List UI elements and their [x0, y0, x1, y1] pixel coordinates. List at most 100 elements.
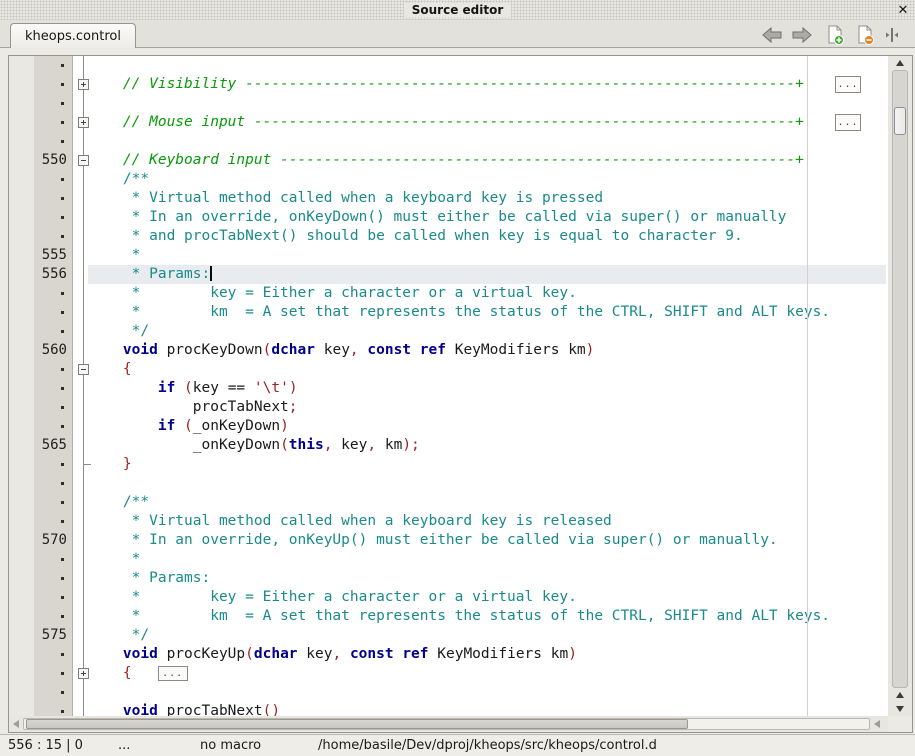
scroll-up-button-bottom[interactable]	[888, 688, 912, 702]
horizontal-scrollbar-thumb[interactable]	[26, 719, 688, 729]
gutter-cell[interactable]	[34, 360, 72, 379]
gutter-cell[interactable]	[34, 132, 72, 151]
vertical-scrollbar-thumb[interactable]	[894, 107, 906, 135]
code-line[interactable]: }	[88, 455, 888, 474]
gutter-cell[interactable]	[34, 398, 72, 417]
code-line[interactable]: if (_onKeyDown)	[88, 417, 888, 436]
gutter-cell[interactable]	[34, 94, 72, 113]
gutter-cell[interactable]	[34, 569, 72, 588]
code-line[interactable]: // Keyboard input ----------------------…	[88, 151, 888, 170]
code-token: ,	[367, 437, 376, 453]
code-line[interactable]: if (key == '\t')	[88, 379, 888, 398]
splitter-icon	[885, 26, 899, 44]
gutter-cell[interactable]	[34, 208, 72, 227]
gutter-cell[interactable]: 555	[34, 246, 72, 265]
back-button[interactable]	[761, 25, 783, 45]
code-line[interactable]: /**	[88, 493, 888, 512]
gutter-cell[interactable]	[34, 683, 72, 702]
gutter-cell[interactable]	[34, 322, 72, 341]
code-line[interactable]: void procKeyDown(dchar key, const ref Ke…	[88, 341, 888, 360]
code-line[interactable]: */	[88, 626, 888, 645]
gutter-cell[interactable]	[34, 417, 72, 436]
scroll-up-button[interactable]	[888, 56, 912, 70]
code-line[interactable]	[88, 94, 888, 113]
gutter-cell[interactable]	[34, 189, 72, 208]
close-button[interactable]: ✕	[895, 2, 911, 18]
code-line[interactable]: * In an override, onKeyUp() must either …	[88, 531, 888, 550]
gutter-cell[interactable]: 570	[34, 531, 72, 550]
gutter-cell[interactable]	[34, 75, 72, 94]
line-number-gutter[interactable]: 550 555556 560 565 570 575	[34, 56, 73, 716]
new-document-button[interactable]	[824, 25, 846, 45]
gutter-cell[interactable]	[34, 550, 72, 569]
scroll-left-button-right[interactable]	[870, 716, 884, 732]
gutter-cell[interactable]	[34, 113, 72, 132]
code-area[interactable]: // Visibility --------------------------…	[88, 56, 888, 716]
code-line[interactable]: // Visibility --------------------------…	[88, 75, 888, 94]
code-line[interactable]: void procTabNext()	[88, 702, 888, 716]
gutter-cell[interactable]: 556	[34, 265, 72, 284]
code-line[interactable]: *	[88, 550, 888, 569]
code-line[interactable]: */	[88, 322, 888, 341]
code-line[interactable]: * key = Either a character or a virtual …	[88, 588, 888, 607]
collapsed-fold-box[interactable]: ...	[835, 114, 861, 131]
code-line[interactable]: // Mouse input -------------------------…	[88, 113, 888, 132]
horizontal-scrollbar[interactable]	[9, 716, 898, 732]
code-line[interactable]: * Params:	[88, 569, 888, 588]
collapsed-fold-box[interactable]: ...	[158, 666, 188, 681]
code-line[interactable]: * km = A set that represents the status …	[88, 303, 888, 322]
code-line[interactable]: * key = Either a character or a virtual …	[88, 284, 888, 303]
gutter-cell[interactable]	[34, 664, 72, 683]
gutter-dot	[61, 311, 64, 314]
code-token: '\t'	[254, 380, 289, 396]
code-line[interactable]: {...	[88, 664, 888, 683]
code-line[interactable]: *	[88, 246, 888, 265]
horizontal-scrollbar-track[interactable]	[23, 718, 870, 730]
code-line[interactable]: * In an override, onKeyDown() must eithe…	[88, 208, 888, 227]
gutter-cell[interactable]: 575	[34, 626, 72, 645]
gutter-cell[interactable]	[34, 645, 72, 664]
close-document-button[interactable]	[854, 25, 876, 45]
code-line[interactable]: procTabNext;	[88, 398, 888, 417]
code-line[interactable]	[88, 683, 888, 702]
gutter-cell[interactable]	[34, 474, 72, 493]
gutter-cell[interactable]: 550	[34, 151, 72, 170]
pane-splitter-handle[interactable]	[884, 25, 900, 45]
code-line[interactable]: * and procTabNext() should be called whe…	[88, 227, 888, 246]
gutter-cell[interactable]	[34, 379, 72, 398]
gutter-cell[interactable]: 560	[34, 341, 72, 360]
code-line[interactable]: * Params:	[88, 265, 888, 284]
tab-kheops-control[interactable]: kheops.control	[10, 23, 136, 48]
gutter-cell[interactable]	[34, 607, 72, 626]
code-token	[88, 342, 123, 358]
code-line[interactable]: /**	[88, 170, 888, 189]
code-line[interactable]	[88, 132, 888, 151]
code-line[interactable]: * km = A set that represents the status …	[88, 607, 888, 626]
scroll-left-button[interactable]	[9, 716, 23, 732]
gutter-cell[interactable]	[34, 588, 72, 607]
code-line[interactable]: * Virtual method called when a keyboard …	[88, 512, 888, 531]
gutter-cell[interactable]	[34, 493, 72, 512]
gutter-cell[interactable]	[34, 227, 72, 246]
code-token	[411, 342, 420, 358]
vertical-scrollbar[interactable]	[888, 56, 912, 716]
gutter-cell[interactable]	[34, 56, 72, 75]
forward-button[interactable]	[791, 25, 813, 45]
collapsed-fold-box[interactable]: ...	[835, 76, 861, 93]
gutter-cell[interactable]	[34, 702, 72, 716]
gutter-cell[interactable]	[34, 303, 72, 322]
gutter-cell[interactable]	[34, 512, 72, 531]
close-icon: ✕	[898, 3, 909, 18]
gutter-cell[interactable]: 565	[34, 436, 72, 455]
scroll-down-button[interactable]	[888, 702, 912, 716]
code-line[interactable]: * Virtual method called when a keyboard …	[88, 189, 888, 208]
gutter-cell[interactable]	[34, 284, 72, 303]
code-line[interactable]: _onKeyDown(this, key, km);	[88, 436, 888, 455]
gutter-cell[interactable]	[34, 455, 72, 474]
code-line[interactable]	[88, 56, 888, 75]
code-line[interactable]: {	[88, 360, 888, 379]
code-line[interactable]: void procKeyUp(dchar key, const ref KeyM…	[88, 645, 888, 664]
code-line[interactable]	[88, 474, 888, 493]
gutter-cell[interactable]	[34, 170, 72, 189]
vertical-scrollbar-track[interactable]	[892, 70, 908, 688]
